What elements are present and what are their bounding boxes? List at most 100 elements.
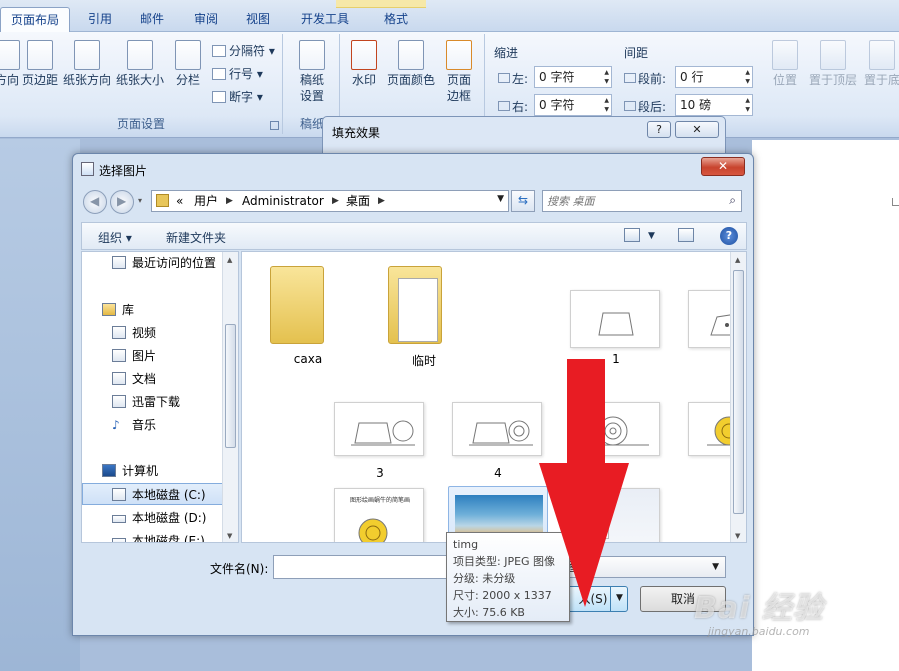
orientation-button[interactable]: 纸张方向 [62, 40, 112, 88]
spinner-arrows-icon[interactable]: ▲ ▼ [604, 96, 609, 114]
breadcrumb-separator-icon[interactable]: ▶ [378, 193, 385, 209]
scroll-up-icon[interactable]: ▲ [735, 256, 740, 264]
search-box[interactable]: ⌕ [542, 190, 742, 212]
columns-button[interactable]: 分栏 [173, 40, 203, 88]
paper-size-button[interactable]: 纸张大小 [115, 40, 165, 88]
tab-page-layout[interactable]: 页面布局 [0, 7, 70, 32]
folder-icon [156, 194, 169, 207]
address-bar[interactable]: « 用户 ▶ Administrator ▶ 桌面 ▶ ▼ [151, 190, 509, 212]
file-list-scrollbar-thumb[interactable] [733, 270, 744, 514]
organize-button[interactable]: 组织 ▾ [98, 229, 132, 246]
search-icon[interactable]: ⌕ [729, 193, 736, 208]
breadcrumb-users[interactable]: 用户 [194, 193, 218, 209]
arrow-right-icon: ▶ [117, 194, 127, 208]
drive-icon [112, 538, 126, 542]
preview-pane-icon[interactable] [678, 228, 694, 242]
nav-item-drive-d[interactable]: 本地磁盘 (D:) [82, 507, 224, 529]
breadcrumb-desktop[interactable]: 桌面 [346, 193, 370, 209]
breadcrumb-administrator[interactable]: Administrator [242, 193, 324, 209]
tab-format[interactable]: 格式 [372, 7, 420, 32]
manuscript-settings-button[interactable]: 稿纸 设置 [294, 40, 330, 104]
nav-item-recent[interactable]: 最近访问的位置 [82, 252, 224, 274]
line-numbers-button[interactable]: 行号 ▾ [212, 65, 263, 82]
page-borders-button[interactable]: 页面 边框 [444, 40, 474, 104]
page-color-button[interactable]: 页面颜色 [386, 40, 436, 88]
position-button[interactable]: 位置 [770, 40, 800, 88]
view-dropdown-icon[interactable]: ▼ [648, 231, 655, 241]
file-item-7[interactable]: 图形绘画蜗牛的简笔画 [332, 488, 428, 542]
text-direction-icon [0, 40, 20, 70]
nav-scrollbar-thumb[interactable] [225, 324, 236, 448]
help-button[interactable]: ? [720, 227, 738, 245]
refresh-button[interactable]: ⇆ [511, 190, 535, 212]
file-list-pane: caxa 临时 1 2 3 [241, 251, 747, 543]
fill-close-button[interactable]: ✕ [675, 121, 719, 138]
indent-left-spinner[interactable]: 0 字符 ▲ ▼ [534, 66, 612, 88]
send-to-back-button[interactable]: 置于底 [862, 40, 899, 88]
dialog-title: 选择图片 [99, 164, 148, 178]
tab-view[interactable]: 视图 [236, 7, 280, 32]
fill-effects-title: 填充效果 [332, 126, 381, 140]
nav-item-drive-e[interactable]: 本地磁盘 (E:) [82, 530, 224, 542]
spinner-arrows-icon[interactable]: ▲ ▼ [745, 68, 750, 86]
hyphenation-button[interactable]: 断字 ▾ [212, 88, 263, 105]
indent-left-label: 左: [498, 70, 528, 87]
tab-review[interactable]: 审阅 [184, 7, 228, 32]
group-label-page-setup: 页面设置 [116, 117, 165, 131]
margins-icon [27, 40, 53, 70]
folder-icon [270, 266, 324, 344]
image-thumbnail [452, 402, 542, 456]
spinner-arrows-icon[interactable]: ▲ ▼ [745, 96, 750, 114]
system-drive-icon [112, 488, 126, 501]
back-button[interactable]: ◀ [83, 190, 107, 214]
nav-item-libraries[interactable]: 库 [82, 299, 224, 321]
breadcrumb-separator-icon[interactable]: ▶ [226, 193, 233, 209]
nav-item-computer[interactable]: 计算机 [82, 460, 224, 482]
chevron-down-icon: ▼ [712, 562, 719, 572]
tab-mailings[interactable]: 邮件 [130, 7, 174, 32]
orientation-text-direction-button[interactable]: 方向 [0, 40, 20, 88]
tab-developer[interactable]: 开发工具 [290, 7, 360, 32]
scroll-down-icon[interactable]: ▼ [227, 532, 232, 540]
page-setup-launcher-icon[interactable] [270, 121, 279, 130]
nav-item-videos[interactable]: 视频 [82, 322, 224, 344]
search-input[interactable] [547, 193, 717, 209]
indent-title: 缩进 [494, 46, 519, 60]
bring-to-front-button[interactable]: 置于顶层 [808, 40, 858, 88]
margins-button[interactable]: 页边距 [22, 40, 58, 88]
nav-item-pictures[interactable]: 图片 [82, 345, 224, 367]
file-item-caxa[interactable]: caxa [260, 256, 356, 372]
forward-button[interactable]: ▶ [110, 190, 134, 214]
recent-locations-dropdown-icon[interactable]: ▾ [138, 196, 142, 205]
spacing-after-icon [624, 101, 636, 111]
file-item-temp[interactable]: 临时 [376, 256, 472, 372]
nav-item-music[interactable]: ♪ 音乐 [82, 414, 224, 436]
new-folder-button[interactable]: 新建文件夹 [166, 229, 226, 246]
view-options-icon[interactable] [624, 228, 640, 242]
nav-item-documents[interactable]: 文档 [82, 368, 224, 390]
tab-references[interactable]: 引用 [78, 7, 122, 32]
address-dropdown-icon[interactable]: ▼ [497, 194, 504, 204]
file-item-4[interactable]: 4 [450, 402, 546, 494]
nav-item-drive-c[interactable]: 本地磁盘 (C:) [82, 483, 224, 505]
spacing-before-spinner[interactable]: 0 行 ▲ ▼ [675, 66, 753, 88]
fill-help-button[interactable]: ? [647, 121, 671, 138]
scroll-up-icon[interactable]: ▲ [227, 256, 232, 264]
spinner-arrows-icon[interactable]: ▲ ▼ [604, 68, 609, 86]
arrow-left-icon: ◀ [90, 194, 100, 208]
baidu-watermark: Bai 经验 jingyan.baidu.com [694, 583, 894, 653]
nav-item-thunder-downloads[interactable]: 迅雷下载 [82, 391, 224, 413]
spacing-before-icon [624, 73, 636, 83]
file-item-3[interactable]: 3 [332, 402, 428, 494]
file-list-scrollbar[interactable]: ▲ ▼ [730, 252, 746, 542]
nav-scrollbar[interactable]: ▲ ▼ [222, 252, 238, 542]
watermark-button[interactable]: 水印 [349, 40, 379, 88]
breaks-button[interactable]: 分隔符 ▾ [212, 42, 275, 59]
dialog-close-button[interactable]: ✕ [701, 157, 745, 176]
scroll-down-icon[interactable]: ▼ [735, 532, 740, 540]
breadcrumb-overflow[interactable]: « [176, 193, 183, 209]
spacing-after-spinner[interactable]: 10 磅 ▲ ▼ [675, 94, 753, 116]
indent-right-spinner[interactable]: 0 字符 ▲ ▼ [534, 94, 612, 116]
breadcrumb-separator-icon[interactable]: ▶ [332, 193, 339, 209]
indent-right-label: 右: [498, 98, 528, 115]
